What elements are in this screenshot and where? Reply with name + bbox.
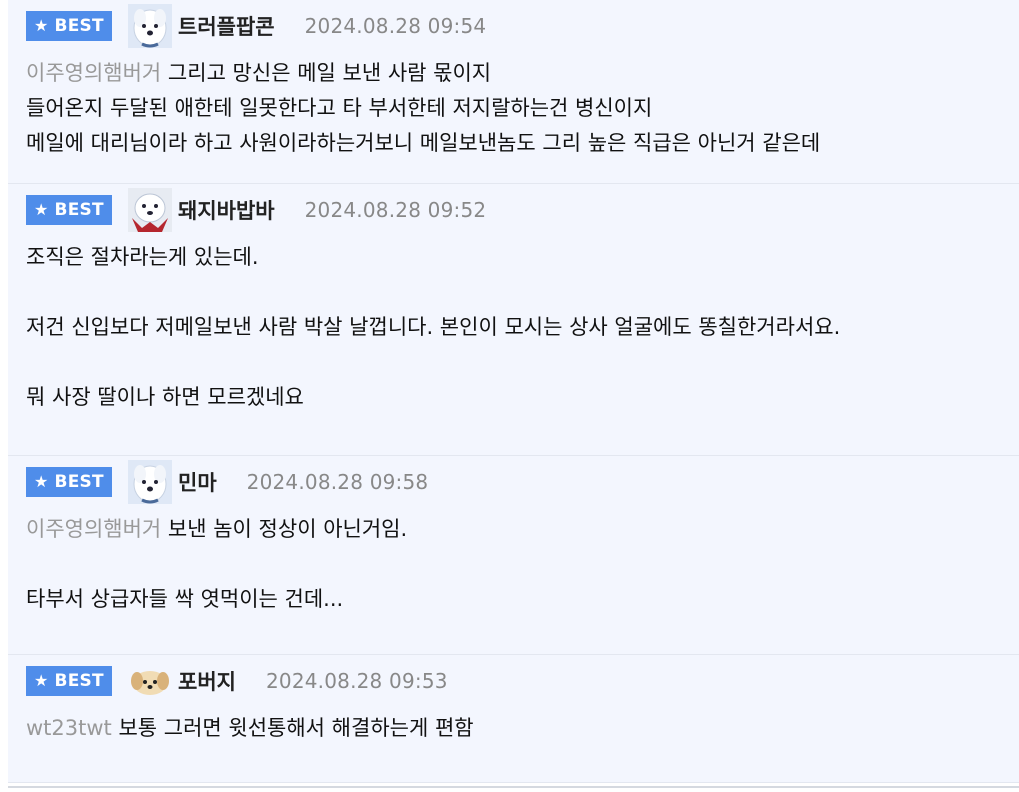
puppy-face-avatar-icon[interactable] bbox=[128, 659, 172, 703]
comment-text-first-line: 보낸 놈이 정상이 아닌거임. bbox=[161, 517, 408, 541]
comment-body: wt23twt 보통 그러면 윗선통해서 해결하는게 편함 bbox=[26, 711, 1001, 746]
comment-text: 조직은 절차라는게 있는데. 저건 신입보다 저메일보낸 사람 박살 날껍니다.… bbox=[26, 245, 841, 409]
comment-header: ★ BEST 민마 2024.08.28 09:58 bbox=[26, 456, 1001, 508]
comment-datetime: 2024.08.28 09:54 bbox=[304, 14, 487, 38]
comment-datetime: 2024.08.28 09:53 bbox=[265, 669, 448, 693]
comment-item: ★ BEST 돼지바밥바 2024.08.28 09:52 조직은 절차라는게 … bbox=[8, 184, 1019, 456]
star-icon: ★ bbox=[34, 671, 49, 690]
comment-body: 이주영의햄버거 보낸 놈이 정상이 아닌거임. 타부서 상급자들 싹 엿먹이는 … bbox=[26, 512, 1001, 617]
star-icon: ★ bbox=[34, 472, 49, 491]
comment-body: 조직은 절차라는게 있는데. 저건 신입보다 저메일보낸 사람 박살 날껍니다.… bbox=[26, 240, 1001, 415]
comment-nickname[interactable]: 민마 bbox=[178, 467, 217, 497]
comment-nickname[interactable]: 포버지 bbox=[178, 666, 236, 696]
comment-item: ★ BEST 포버지 2024.08.28 09:53 wt23twt 보통 그… bbox=[8, 655, 1019, 783]
white-dog-avatar-icon[interactable] bbox=[128, 4, 172, 48]
comment-datetime: 2024.08.28 09:52 bbox=[304, 198, 487, 222]
comment-nickname[interactable]: 돼지바밥바 bbox=[178, 195, 275, 225]
mention-link[interactable]: 이주영의햄버거 bbox=[26, 61, 161, 85]
comment-item: ★ BEST 트러플팝콘 2024.08.28 09:54 이주영의햄버거 그리… bbox=[8, 0, 1019, 184]
best-badge: ★ BEST bbox=[26, 666, 112, 696]
comment-datetime: 2024.08.28 09:58 bbox=[246, 470, 429, 494]
best-badge-label: BEST bbox=[54, 671, 104, 691]
best-badge: ★ BEST bbox=[26, 11, 112, 41]
comment-header: ★ BEST 포버지 2024.08.28 09:53 bbox=[26, 655, 1001, 707]
mention-link[interactable]: 이주영의햄버거 bbox=[26, 517, 161, 541]
comment-body: 이주영의햄버거 그리고 망신은 메일 보낸 사람 몫이지 들어온지 두달된 애한… bbox=[26, 56, 1001, 161]
white-dog-red-avatar-icon[interactable] bbox=[128, 188, 172, 232]
comment-header: ★ BEST 트러플팝콘 2024.08.28 09:54 bbox=[26, 0, 1001, 52]
best-badge-label: BEST bbox=[54, 16, 104, 36]
best-badge-label: BEST bbox=[54, 200, 104, 220]
comment-text-first-line: 보통 그러면 윗선통해서 해결하는게 편함 bbox=[111, 716, 474, 740]
comment-list: ★ BEST 트러플팝콘 2024.08.28 09:54 이주영의햄버거 그리… bbox=[8, 0, 1019, 786]
list-bottom-divider bbox=[8, 786, 1019, 788]
comment-text: 들어온지 두달된 애한테 일못한다고 타 부서한테 저지랄하는건 병신이지 메일… bbox=[26, 96, 821, 155]
best-badge: ★ BEST bbox=[26, 467, 112, 497]
best-badge: ★ BEST bbox=[26, 195, 112, 225]
comment-nickname[interactable]: 트러플팝콘 bbox=[178, 11, 275, 41]
comment-header: ★ BEST 돼지바밥바 2024.08.28 09:52 bbox=[26, 184, 1001, 236]
best-badge-label: BEST bbox=[54, 472, 104, 492]
star-icon: ★ bbox=[34, 200, 49, 219]
comment-item: ★ BEST 민마 2024.08.28 09:58 이주영의햄버거 보낸 놈이… bbox=[8, 456, 1019, 655]
mention-link[interactable]: wt23twt bbox=[26, 716, 112, 740]
comment-text-first-line: 그리고 망신은 메일 보낸 사람 몫이지 bbox=[161, 61, 492, 85]
star-icon: ★ bbox=[34, 16, 49, 35]
comment-text: 타부서 상급자들 싹 엿먹이는 건데... bbox=[26, 587, 344, 611]
white-dog-avatar-icon[interactable] bbox=[128, 460, 172, 504]
